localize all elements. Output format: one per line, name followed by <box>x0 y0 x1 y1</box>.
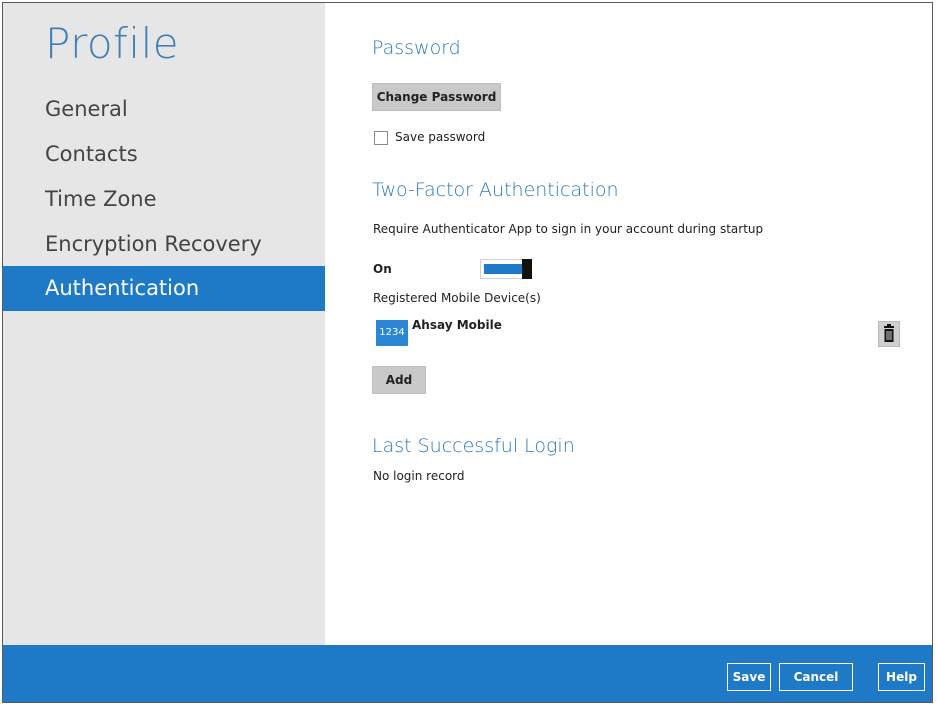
toggle-track <box>484 264 522 274</box>
help-button[interactable]: Help <box>878 663 925 691</box>
last-login-heading: Last Successful Login <box>372 435 575 457</box>
save-button[interactable]: Save <box>727 663 771 691</box>
page-title: Profile <box>45 19 180 68</box>
two-factor-toggle[interactable] <box>480 259 532 279</box>
add-device-button[interactable]: Add <box>372 366 426 394</box>
sidebar-item-contacts[interactable]: Contacts <box>3 132 325 177</box>
delete-device-button[interactable] <box>878 321 900 347</box>
two-factor-heading: Two-Factor Authentication <box>372 179 619 201</box>
sidebar-item-general[interactable]: General <box>3 87 325 132</box>
last-login-text: No login record <box>373 469 465 483</box>
registered-devices-label: Registered Mobile Device(s) <box>373 291 541 305</box>
device-name: Ahsay Mobile <box>412 318 502 332</box>
sidebar-item-time-zone[interactable]: Time Zone <box>3 177 325 222</box>
cancel-button[interactable]: Cancel <box>779 663 853 691</box>
password-heading: Password <box>372 37 461 59</box>
toggle-knob <box>522 259 532 279</box>
trash-icon <box>884 324 894 342</box>
sidebar: Profile General Contacts Time Zone Encry… <box>3 3 325 647</box>
change-password-button[interactable]: Change Password <box>372 83 501 111</box>
sidebar-item-encryption-recovery[interactable]: Encryption Recovery <box>3 222 325 267</box>
two-factor-description: Require Authenticator App to sign in you… <box>373 222 764 236</box>
save-password-checkbox[interactable] <box>374 131 388 145</box>
save-password-label: Save password <box>395 130 486 144</box>
main-content: Password Change Password Save password T… <box>325 3 932 647</box>
profile-window: Profile General Contacts Time Zone Encry… <box>2 2 933 703</box>
sidebar-item-authentication[interactable]: Authentication <box>3 266 325 311</box>
device-code-badge: 1234 <box>376 320 408 346</box>
two-factor-toggle-label: On <box>373 262 392 276</box>
footer-bar: Save Cancel Help <box>3 645 932 702</box>
